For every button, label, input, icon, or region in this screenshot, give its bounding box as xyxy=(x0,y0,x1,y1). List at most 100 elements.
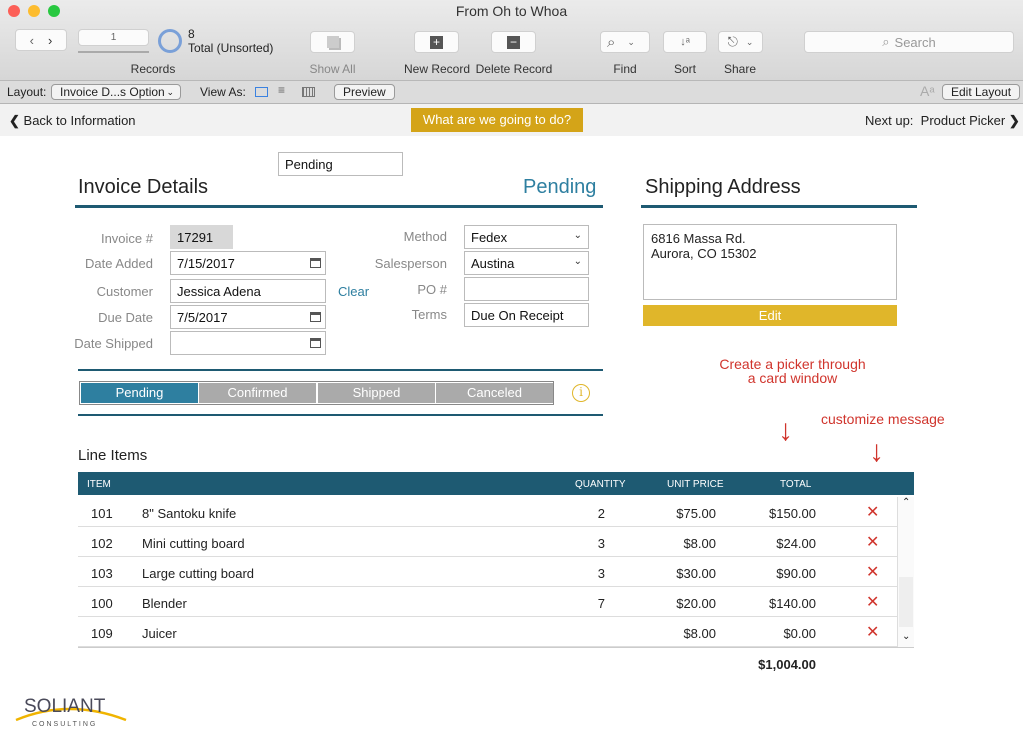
cell-price: $8.00 xyxy=(683,626,716,641)
date-shipped-field[interactable] xyxy=(170,331,326,355)
delete-record-label: Delete Record xyxy=(475,62,553,76)
back-button[interactable]: ❮ Back to Information xyxy=(9,113,136,129)
text-format-icon[interactable]: Aᵃ xyxy=(920,83,935,99)
customize-annotation: customize message xyxy=(821,411,945,427)
divider xyxy=(641,205,917,208)
calendar-icon[interactable] xyxy=(310,312,321,322)
arrow-down-icon: ↓ xyxy=(778,414,793,447)
tab-canceled[interactable]: Canceled xyxy=(436,383,553,403)
magnifier-icon: ⌕ xyxy=(607,33,616,51)
grand-total: $1,004.00 xyxy=(758,657,816,672)
table-row[interactable]: 102 Mini cutting board 3 $8.00 $24.00 ✕ xyxy=(78,527,897,557)
search-icon: ⌕ xyxy=(882,34,890,49)
cell-name: 8" Santoku knife xyxy=(142,506,237,521)
line-items-title: Line Items xyxy=(78,447,148,464)
cell-item: 100 xyxy=(91,596,113,611)
show-all-icon xyxy=(326,36,339,48)
plus-icon: + xyxy=(430,35,443,49)
form-view-icon[interactable] xyxy=(255,87,268,97)
table-view-icon[interactable] xyxy=(302,87,315,97)
status-display: Pending xyxy=(523,176,597,198)
new-record-label: New Record xyxy=(403,62,471,76)
record-nav-buttons[interactable]: ‹ › xyxy=(15,29,67,51)
delete-row-icon[interactable]: ✕ xyxy=(866,562,879,582)
nav-bar: ❮ Back to Information What are we going … xyxy=(0,104,1023,136)
scroll-down-icon[interactable]: ⌄ xyxy=(902,631,910,642)
chevron-left-icon: ❮ xyxy=(9,113,20,128)
prev-record-icon[interactable]: ‹ xyxy=(30,33,34,48)
info-icon[interactable]: i xyxy=(572,384,590,402)
share-icon: ⎋ xyxy=(727,34,738,49)
header-item: ITEM xyxy=(87,479,111,490)
method-select[interactable]: Fedex ⌄ xyxy=(464,225,589,249)
cell-name: Large cutting board xyxy=(142,566,255,581)
header-total: TOTAL xyxy=(780,479,812,490)
table-row[interactable]: 101 8" Santoku knife 2 $75.00 $150.00 ✕ xyxy=(78,497,897,527)
what-to-do-button[interactable]: What are we going to do? xyxy=(411,108,583,132)
date-added-label: Date Added xyxy=(85,256,153,271)
invoice-number-label: Invoice # xyxy=(100,231,153,246)
divider xyxy=(78,369,603,371)
tab-shipped[interactable]: Shipped xyxy=(318,383,435,403)
table-row[interactable]: 100 Blender 7 $20.00 $140.00 ✕ xyxy=(78,587,897,617)
svg-text:CONSULTING: CONSULTING xyxy=(32,721,97,728)
invoice-number-field: 17291 xyxy=(170,225,233,249)
scroll-up-icon[interactable]: ⌃ xyxy=(902,497,910,508)
new-record-button[interactable]: + xyxy=(414,31,459,53)
table-row[interactable]: 103 Large cutting board 3 $30.00 $90.00 ✕ xyxy=(78,557,897,587)
table-row[interactable]: 109 Juicer $8.00 $0.00 ✕ xyxy=(78,617,897,647)
delete-record-button[interactable]: − xyxy=(491,31,536,53)
delete-row-icon[interactable]: ✕ xyxy=(866,592,879,612)
edit-layout-button[interactable]: Edit Layout xyxy=(942,84,1021,100)
preview-button[interactable]: Preview xyxy=(334,84,395,100)
terms-label: Terms xyxy=(411,307,447,322)
list-view-icon[interactable]: ≡ xyxy=(278,83,285,97)
terms-field[interactable]: Due On Receipt xyxy=(464,303,589,327)
po-field[interactable] xyxy=(464,277,589,301)
cell-total: $90.00 xyxy=(776,566,816,581)
cell-price: $8.00 xyxy=(683,536,716,551)
search-input[interactable]: ⌕ Search xyxy=(804,31,1014,53)
delete-row-icon[interactable]: ✕ xyxy=(866,502,879,522)
invoice-details-title: Invoice Details xyxy=(78,176,209,198)
next-label: Next up: xyxy=(865,113,914,128)
cell-name: Juicer xyxy=(142,626,177,641)
arrow-down-icon: ↓ xyxy=(869,435,884,468)
chevron-down-icon: ⌄ xyxy=(573,256,582,267)
show-all-button[interactable] xyxy=(310,31,355,53)
share-button[interactable]: ⎋ ⌄ xyxy=(718,31,763,53)
record-slider[interactable] xyxy=(78,51,149,53)
cell-item: 109 xyxy=(91,626,113,641)
cell-name: Blender xyxy=(142,596,187,611)
status-field[interactable]: Pending xyxy=(278,152,403,176)
cell-total: $140.00 xyxy=(769,596,816,611)
delete-row-icon[interactable]: ✕ xyxy=(866,532,879,552)
date-added-field[interactable]: 7/15/2017 xyxy=(170,251,326,275)
salesperson-value: Austina xyxy=(471,256,515,271)
layout-select[interactable]: Invoice D...s Option ⌄ xyxy=(51,84,181,100)
tab-confirmed[interactable]: Confirmed xyxy=(199,383,316,403)
chevron-down-icon: ⌄ xyxy=(166,87,174,97)
edit-address-button[interactable]: Edit xyxy=(643,305,897,326)
tab-pending[interactable]: Pending xyxy=(81,383,198,403)
record-number-field[interactable]: 1 xyxy=(78,29,149,46)
due-date-field[interactable]: 7/5/2017 xyxy=(170,305,326,329)
next-record-icon[interactable]: › xyxy=(48,33,52,48)
customer-label: Customer xyxy=(96,284,153,299)
window-toolbar: From Oh to Whoa ‹ › 1 8 Total (Unsorted) … xyxy=(0,0,1023,81)
next-button[interactable]: Next up: Product Picker ❯ xyxy=(865,113,1020,129)
delete-row-icon[interactable]: ✕ xyxy=(866,622,879,642)
salesperson-select[interactable]: Austina ⌄ xyxy=(464,251,589,275)
calendar-icon[interactable] xyxy=(310,258,321,268)
cell-total: $150.00 xyxy=(769,506,816,521)
scrollbar[interactable]: ⌃ ⌄ xyxy=(897,497,914,647)
scroll-thumb[interactable] xyxy=(899,577,913,627)
chevron-down-icon[interactable]: ⌄ xyxy=(627,37,635,48)
find-button[interactable]: ⌕ ⌄ xyxy=(600,31,650,53)
customer-field[interactable]: Jessica Adena xyxy=(170,279,326,303)
method-value: Fedex xyxy=(471,230,508,245)
calendar-icon[interactable] xyxy=(310,338,321,348)
svg-text:SOLIANT: SOLIANT xyxy=(24,696,106,717)
sort-button[interactable]: ↓ᵃ xyxy=(663,31,707,53)
soliant-logo: SOLIANT CONSULTING xyxy=(14,690,129,730)
